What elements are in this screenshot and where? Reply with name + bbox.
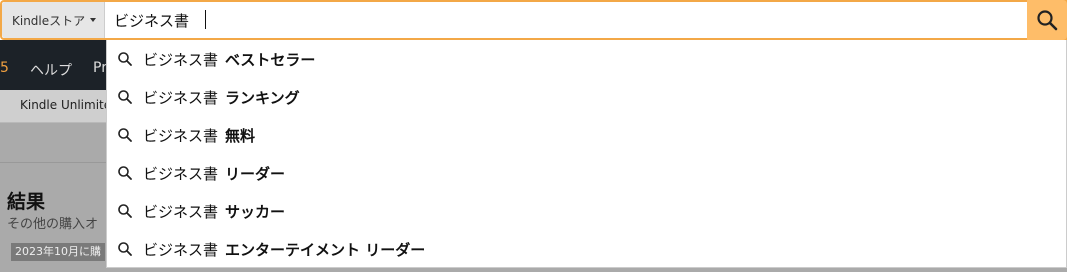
suggestion-prefix: ビジネス書 (143, 202, 219, 221)
divider (0, 162, 106, 163)
results-heading: 結果 (7, 191, 46, 213)
suggestion-item[interactable]: ビジネス書 リーダー (107, 154, 1066, 192)
suggestion-item[interactable]: ビジネス書 サッカー (107, 192, 1066, 230)
suggestion-item[interactable]: ビジネス書 無料 (107, 116, 1066, 154)
suggestion-prefix: ビジネス書 (143, 126, 219, 145)
suggestion-item[interactable]: ビジネス書 ベストセラー (107, 40, 1066, 78)
search-icon (118, 52, 132, 66)
results-subtext: その他の購入オ (7, 217, 99, 232)
suggestion-prefix: ビジネス書 (143, 88, 219, 107)
text-cursor (205, 10, 206, 29)
search-bar: Kindleストア (0, 0, 1067, 40)
search-icon (118, 166, 132, 180)
suggestion-suffix: エンターテイメント リーダー (225, 240, 426, 259)
search-icon (118, 90, 132, 104)
caret-down-icon (90, 18, 97, 22)
suggestion-prefix: ビジネス書 (143, 50, 219, 69)
search-icon (118, 204, 132, 218)
search-icon (1037, 10, 1058, 31)
date-badge: 2023年10月に購 (11, 243, 105, 261)
search-suggestions: ビジネス書 ベストセラー ビジネス書 ランキング ビジネス書 無料 ビジネス書 … (106, 40, 1067, 268)
suggestion-item[interactable]: ビジネス書 ランキング (107, 78, 1066, 116)
nav-item-help[interactable]: ヘルプ (30, 60, 72, 80)
suggestion-suffix: 無料 (225, 126, 256, 145)
suggestion-suffix: ランキング (225, 88, 300, 107)
suggestion-item[interactable]: ビジネス書 エンターテイメント リーダー (107, 230, 1066, 268)
suggestion-prefix: ビジネス書 (143, 240, 219, 259)
suggestion-suffix: サッカー (225, 202, 286, 221)
search-submit-button[interactable] (1027, 0, 1067, 40)
search-scope-label: Kindleストア (12, 13, 86, 28)
suggestion-suffix: リーダー (225, 164, 286, 183)
nav-item-partial[interactable]: 5 (0, 60, 9, 76)
suggestion-suffix: ベストセラー (225, 50, 316, 69)
search-icon (118, 242, 132, 256)
suggestion-prefix: ビジネス書 (143, 164, 219, 183)
search-input[interactable] (106, 2, 1026, 38)
search-icon (118, 128, 132, 142)
subnav-item-kindle-unlimited[interactable]: Kindle Unlimite (20, 98, 111, 112)
nav-item-prime[interactable]: Pr (93, 60, 107, 76)
search-scope-dropdown[interactable]: Kindleストア (2, 2, 105, 38)
